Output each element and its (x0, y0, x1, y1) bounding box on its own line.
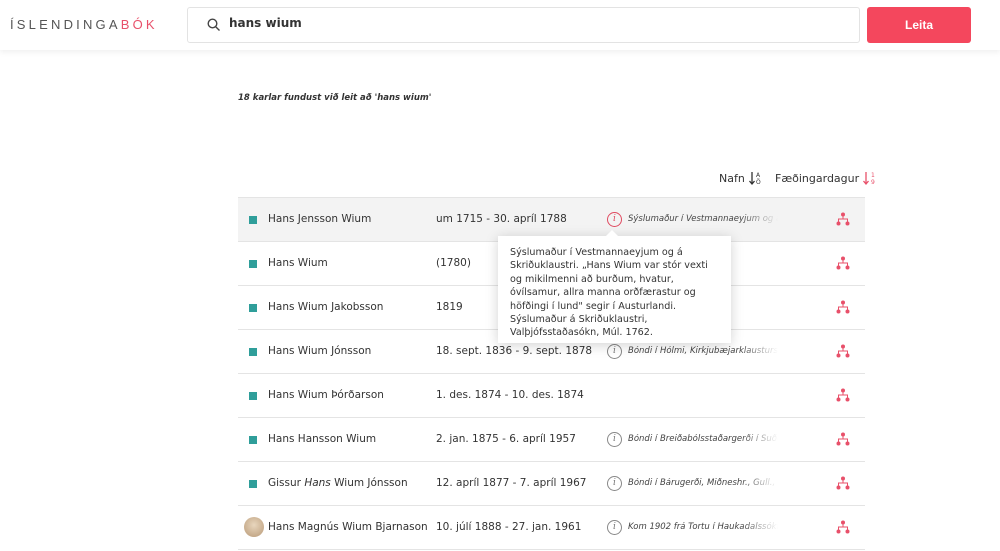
search-box (187, 7, 860, 43)
info-icon[interactable]: i (607, 520, 622, 535)
description: Sýslumaður í Vestmannaeyjum og á Skriðuk… (628, 214, 778, 224)
svg-text:Ö: Ö (756, 179, 761, 186)
person-name[interactable]: Hans Wium Þórðarson (268, 389, 384, 401)
search-input[interactable] (229, 16, 829, 30)
status-marker (249, 260, 257, 268)
svg-text:A: A (756, 172, 761, 179)
sort-alpha-icon: AÖ (748, 172, 761, 186)
avatar (244, 517, 264, 537)
status-marker (249, 216, 257, 224)
table-row[interactable]: Gissur Hans Wium Jónsson 12. apríl 1877 -… (238, 462, 865, 506)
family-tree-icon[interactable] (836, 476, 850, 493)
search-button[interactable]: Leita (867, 7, 971, 43)
person-name[interactable]: Hans Wium (268, 257, 328, 269)
svg-text:9: 9 (871, 179, 875, 186)
sort-numeric-icon: 19 (863, 172, 875, 186)
header: ÍSLENDINGABÓK Leita (0, 0, 1000, 50)
description: Bóndi í Bárugerði, Miðneshr., Gull., síð… (628, 478, 778, 488)
description: Kom 1902 frá Tortu í Haukadalssókn að (628, 522, 778, 532)
life-dates: 18. sept. 1836 - 9. sept. 1878 (436, 345, 593, 357)
person-name[interactable]: Hans Jensson Wium (268, 213, 371, 225)
description: Bóndi í Breiðabólsstaðargerði í Suðursve… (628, 434, 778, 444)
status-marker (249, 392, 257, 400)
person-name[interactable]: Hans Wium Jakobsson (268, 301, 383, 313)
life-dates: (1780) (436, 257, 471, 269)
status-marker (249, 436, 257, 444)
sort-by-birthdate[interactable]: Fæðingardagur 19 (775, 170, 877, 187)
search-icon (207, 18, 220, 31)
logo[interactable]: ÍSLENDINGABÓK (10, 17, 158, 32)
status-marker (249, 480, 257, 488)
family-tree-icon[interactable] (836, 212, 850, 229)
info-icon[interactable]: i (607, 212, 622, 227)
person-name[interactable]: Hans Magnús Wium Bjarnason (268, 521, 428, 533)
life-dates: 2. jan. 1875 - 6. apríl 1957 (436, 433, 576, 445)
status-marker (249, 348, 257, 356)
person-name[interactable]: Hans Hansson Wium (268, 433, 376, 445)
family-tree-icon[interactable] (836, 344, 850, 361)
family-tree-icon[interactable] (836, 520, 850, 537)
table-row[interactable]: Hans Magnús Wium Bjarnason 10. júlí 1888 … (238, 506, 865, 550)
life-dates: 1. des. 1874 - 10. des. 1874 (436, 389, 584, 401)
info-icon[interactable]: i (607, 344, 622, 359)
person-name[interactable]: Hans Wium Jónsson (268, 345, 371, 357)
life-dates: 1819 (436, 301, 463, 313)
family-tree-icon[interactable] (836, 300, 850, 317)
table-row[interactable]: Hans Hansson Wium 2. jan. 1875 - 6. apríl… (238, 418, 865, 462)
person-name[interactable]: Gissur Hans Wium Jónsson (268, 477, 408, 489)
sort-by-name[interactable]: Nafn AÖ (719, 170, 763, 187)
info-icon[interactable]: i (607, 476, 622, 491)
life-dates: 10. júlí 1888 - 27. jan. 1961 (436, 521, 582, 533)
description: Bóndi í Hólmi, Kirkjubæjarklaustursókn (628, 346, 778, 356)
tooltip: Sýslumaður í Vestmannaeyjum og á Skriðuk… (498, 230, 731, 343)
family-tree-icon[interactable] (836, 256, 850, 273)
family-tree-icon[interactable] (836, 388, 850, 405)
family-tree-icon[interactable] (836, 432, 850, 449)
table-row[interactable]: Hans Wium Þórðarson 1. des. 1874 - 10. de… (238, 374, 865, 418)
results-count: 18 karlar fundust við leit að 'hans wium… (238, 93, 432, 103)
life-dates: 12. apríl 1877 - 7. apríl 1967 (436, 477, 587, 489)
status-marker (249, 304, 257, 312)
info-icon[interactable]: i (607, 432, 622, 447)
svg-text:1: 1 (871, 172, 875, 179)
life-dates: um 1715 - 30. apríl 1788 (436, 213, 567, 225)
